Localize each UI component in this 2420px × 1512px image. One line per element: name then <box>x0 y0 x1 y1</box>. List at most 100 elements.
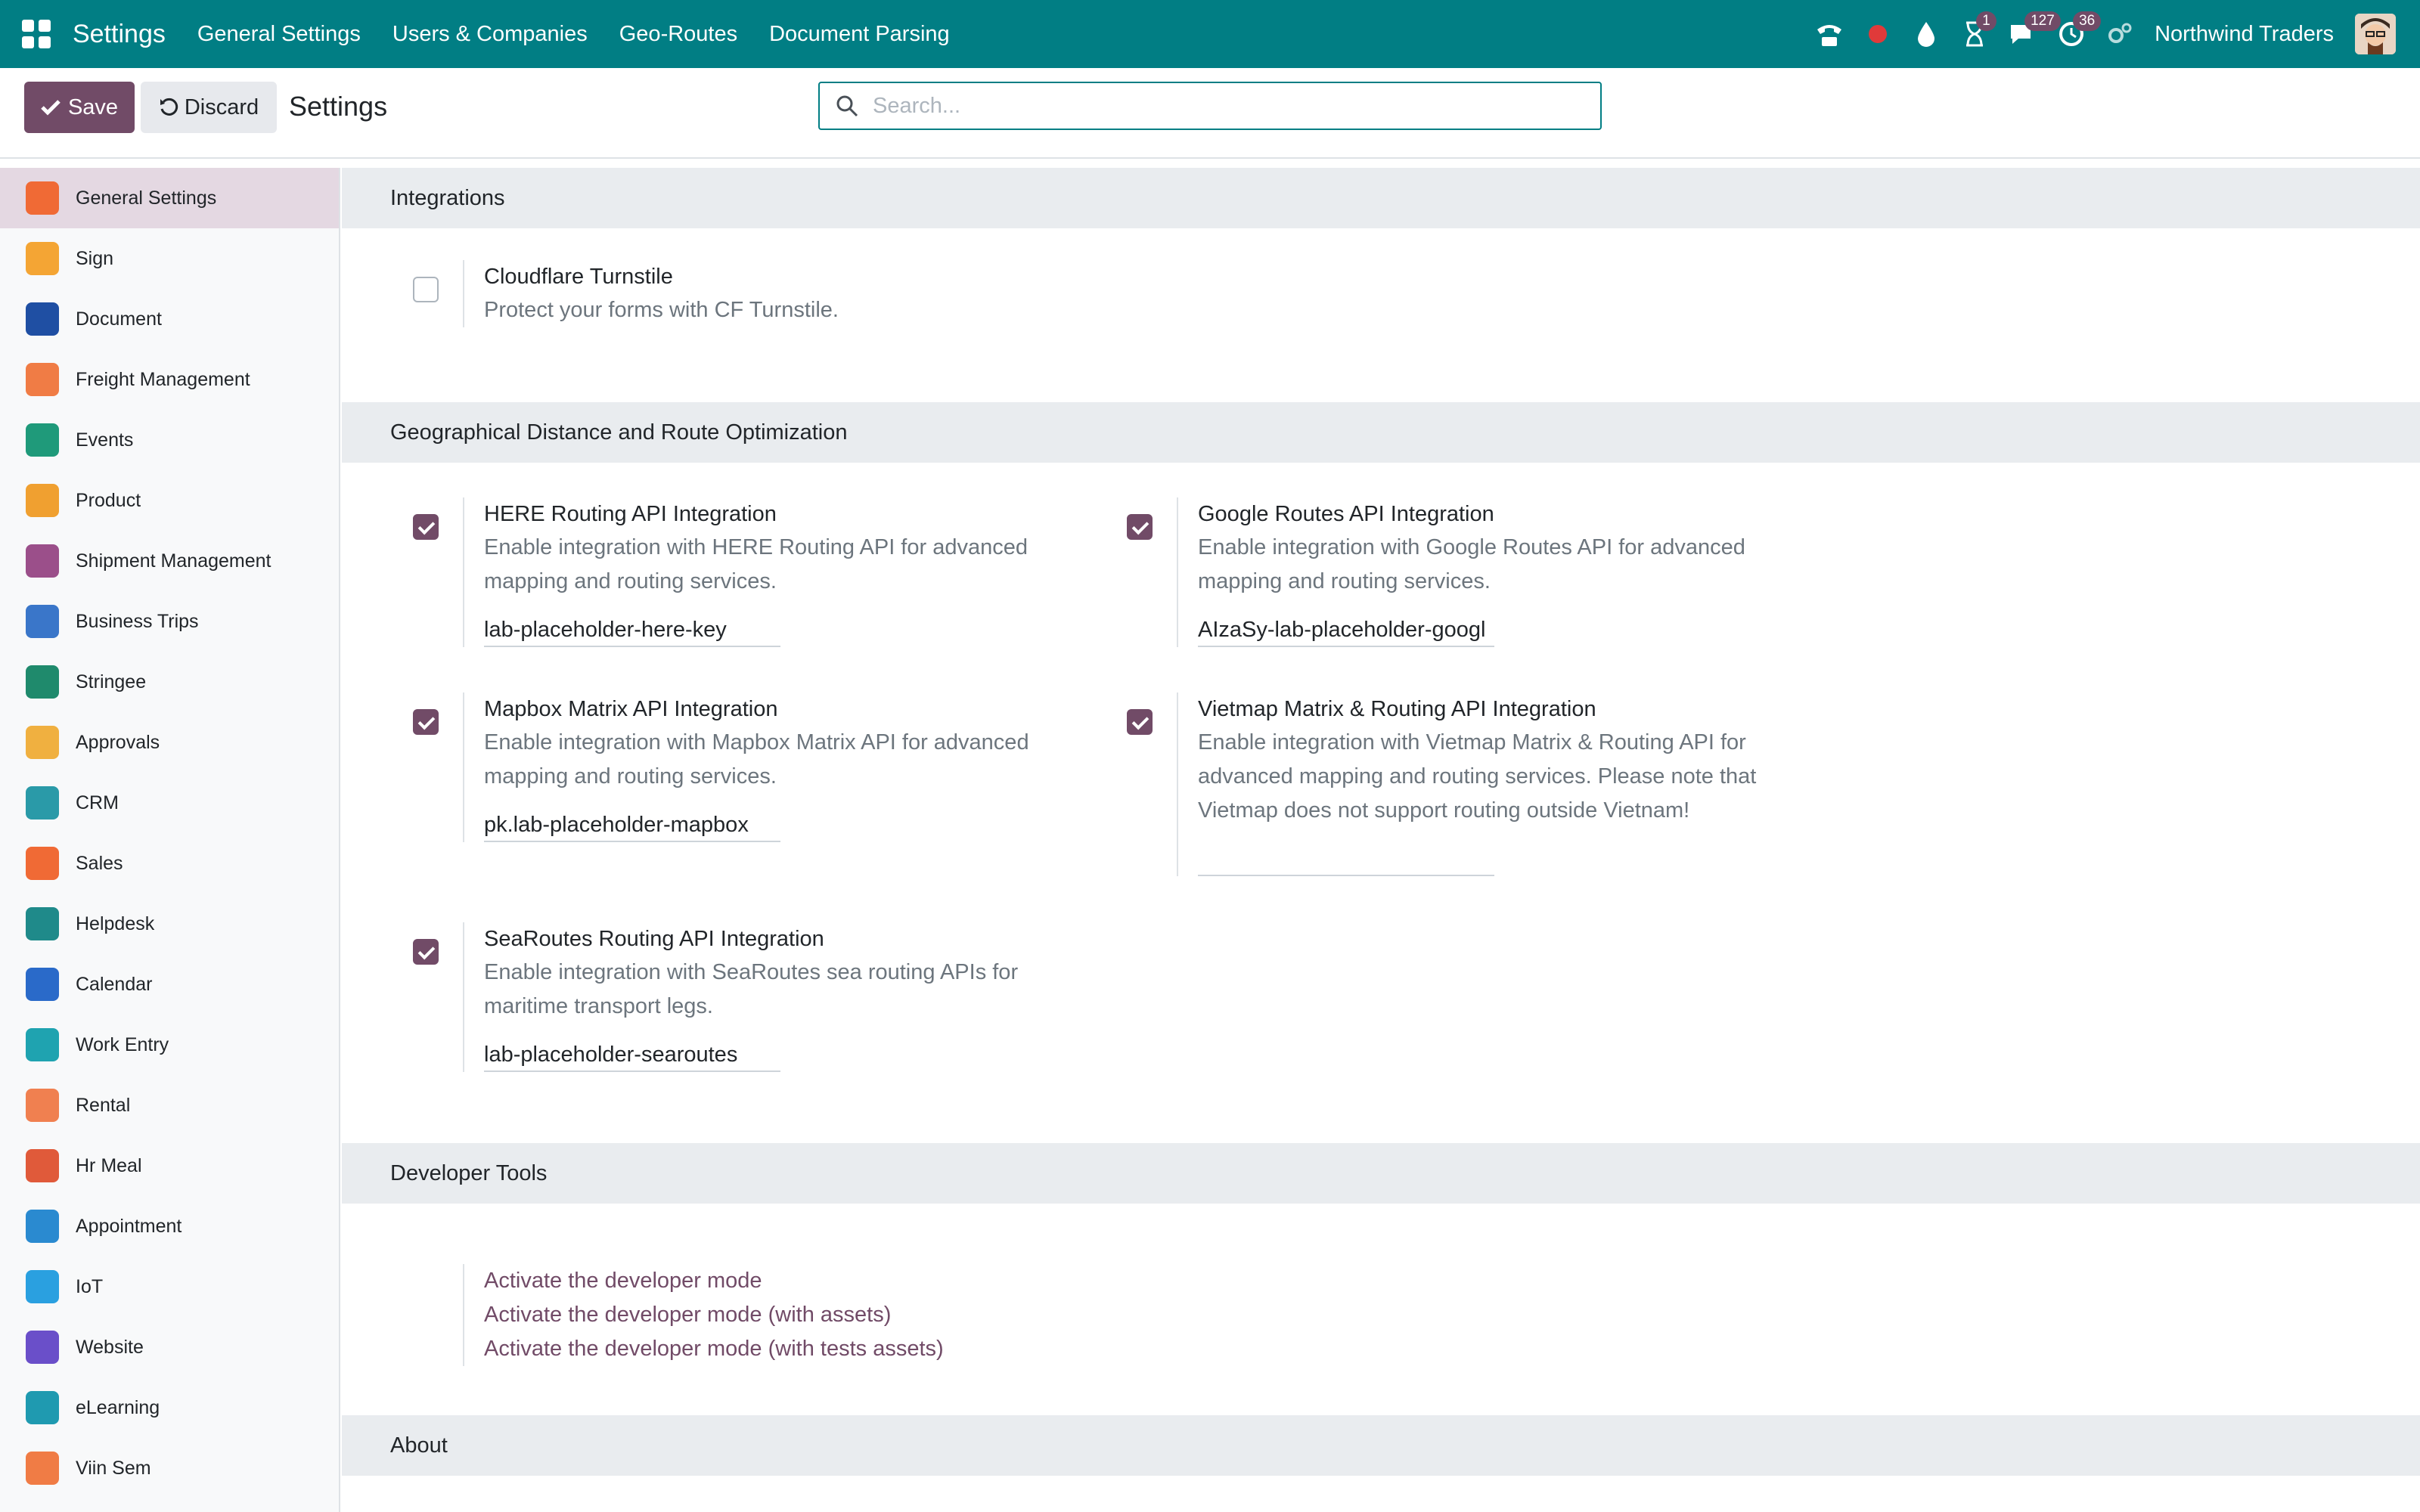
sidebar-item-label: Sales <box>76 852 123 874</box>
sidebar-item-sales[interactable]: Sales <box>0 833 339 894</box>
calendar-icon <box>26 968 59 1001</box>
gears-icon[interactable] <box>2103 17 2136 51</box>
activate-developer-mode-tests-link[interactable]: Activate the developer mode (with tests … <box>484 1332 944 1366</box>
sidebar-item-label: Shipment Management <box>76 550 271 572</box>
here-routing-checkbox[interactable] <box>413 514 439 540</box>
sidebar-item-website[interactable]: Website <box>0 1317 339 1377</box>
rental-icon <box>26 1089 59 1122</box>
top-navbar: Settings General Settings Users & Compan… <box>0 0 2420 68</box>
search-input[interactable] <box>873 83 1600 129</box>
app-name[interactable]: Settings <box>73 20 166 49</box>
business-trips-icon <box>26 605 59 638</box>
setting-title: Mapbox Matrix API Integration <box>484 697 778 721</box>
sidebar-item-shipment-management[interactable]: Shipment Management <box>0 531 339 591</box>
helpdesk-icon <box>26 907 59 940</box>
sidebar-item-label: Work Entry <box>76 1033 169 1055</box>
sidebar-item-label: IoT <box>76 1275 104 1297</box>
apps-menu-icon[interactable] <box>20 17 53 51</box>
section-developer-tools: Developer Tools <box>342 1143 2420 1204</box>
company-switcher[interactable]: Northwind Traders <box>2155 22 2334 47</box>
sidebar-item-iot[interactable]: IoT <box>0 1256 339 1317</box>
activity-badge: 1 <box>1976 11 1996 31</box>
iot-icon <box>26 1270 59 1303</box>
sidebar-item-label: Stringee <box>76 671 147 692</box>
sidebar-item-viin-sem[interactable]: Viin Sem <box>0 1438 339 1498</box>
activate-developer-mode-assets-link[interactable]: Activate the developer mode (with assets… <box>484 1298 944 1332</box>
sidebar-item-label: Helpdesk <box>76 912 155 934</box>
sidebar-item-approvals[interactable]: Approvals <box>0 712 339 773</box>
messages-icon[interactable]: 127 <box>2006 11 2061 51</box>
searoutes-routing-checkbox[interactable] <box>413 939 439 965</box>
sidebar-item-events[interactable]: Events <box>0 410 339 470</box>
document-icon <box>26 302 59 336</box>
page-title: Settings <box>289 91 388 122</box>
search-box[interactable] <box>818 82 1602 130</box>
searoutes-api-key-input[interactable] <box>484 1039 780 1072</box>
sidebar-item-helpdesk[interactable]: Helpdesk <box>0 894 339 954</box>
sidebar-item-label: CRM <box>76 792 119 813</box>
sidebar-item-sign[interactable]: Sign <box>0 228 339 289</box>
sidebar-item-elearning[interactable]: eLearning <box>0 1377 339 1438</box>
sidebar-item-crm[interactable]: CRM <box>0 773 339 833</box>
search-icon <box>836 95 858 117</box>
record-icon[interactable] <box>1861 17 1894 51</box>
menu-users-companies[interactable]: Users & Companies <box>392 22 588 47</box>
sidebar-item-general-settings[interactable]: General Settings <box>0 168 339 228</box>
save-button[interactable]: Save <box>24 82 135 133</box>
sidebar-item-label: Document <box>76 308 162 330</box>
sidebar-item-label: Calendar <box>76 973 153 995</box>
check-icon <box>41 100 60 116</box>
sidebar-item-label: Website <box>76 1336 144 1358</box>
google-api-key-input[interactable] <box>1198 614 1494 647</box>
sidebar-item-document[interactable]: Document <box>0 289 339 349</box>
mapbox-api-key-input[interactable] <box>484 809 780 842</box>
setting-description: Enable integration with Google Routes AP… <box>1198 535 1745 593</box>
sidebar-item-stringee[interactable]: Stringee <box>0 652 339 712</box>
mapbox-matrix-checkbox[interactable] <box>413 709 439 735</box>
menu-document-parsing[interactable]: Document Parsing <box>769 22 950 47</box>
setting-title: SeaRoutes Routing API Integration <box>484 927 824 951</box>
timer-icon[interactable]: 36 <box>2055 11 2102 51</box>
setting-title: HERE Routing API Integration <box>484 502 777 526</box>
approvals-icon <box>26 726 59 759</box>
setting-description: Enable integration with Vietmap Matrix &… <box>1198 730 1757 823</box>
elearning-icon <box>26 1391 59 1424</box>
sidebar-item-label: Events <box>76 429 134 451</box>
cloudflare-turnstile-checkbox[interactable] <box>413 277 439 302</box>
website-icon <box>26 1331 59 1364</box>
sidebar-item-product[interactable]: Product <box>0 470 339 531</box>
sidebar-item-label: Appointment <box>76 1215 182 1237</box>
phone-icon[interactable] <box>1813 17 1846 51</box>
sidebar-item-hr-meal[interactable]: Hr Meal <box>0 1136 339 1196</box>
setting-title: Vietmap Matrix & Routing API Integration <box>1198 697 1596 721</box>
here-api-key-input[interactable] <box>484 614 780 647</box>
sales-icon <box>26 847 59 880</box>
drop-icon[interactable] <box>1910 17 1943 51</box>
general-settings-icon <box>26 181 59 215</box>
activity-hourglass-icon[interactable]: 1 <box>1958 11 1996 51</box>
activate-developer-mode-link[interactable]: Activate the developer mode <box>484 1264 944 1298</box>
section-about: About <box>342 1415 2420 1476</box>
setting-title: Google Routes API Integration <box>1198 502 1494 526</box>
menu-geo-routes[interactable]: Geo-Routes <box>619 22 737 47</box>
sidebar-item-appointment[interactable]: Appointment <box>0 1196 339 1256</box>
crm-icon <box>26 786 59 820</box>
sidebar-item-work-entry[interactable]: Work Entry <box>0 1015 339 1075</box>
vietmap-api-key-input[interactable] <box>1198 843 1494 876</box>
hr-meal-icon <box>26 1149 59 1182</box>
sidebar-item-label: Rental <box>76 1094 131 1116</box>
user-avatar[interactable] <box>2355 14 2396 54</box>
setting-title: Cloudflare Turnstile <box>484 265 673 289</box>
discard-button[interactable]: Discard <box>141 82 277 133</box>
sidebar-item-freight-management[interactable]: Freight Management <box>0 349 339 410</box>
sidebar-item-business-trips[interactable]: Business Trips <box>0 591 339 652</box>
sidebar-item-calendar[interactable]: Calendar <box>0 954 339 1015</box>
vietmap-routing-checkbox[interactable] <box>1127 709 1153 735</box>
settings-content: Integrations Cloudflare Turnstile Protec… <box>342 168 2420 1512</box>
menu-general-settings[interactable]: General Settings <box>197 22 361 47</box>
google-routes-checkbox[interactable] <box>1127 514 1153 540</box>
sidebar-item-label: Approvals <box>76 731 160 753</box>
setting-description: Enable integration with Mapbox Matrix AP… <box>484 730 1029 789</box>
sidebar-item-rental[interactable]: Rental <box>0 1075 339 1136</box>
settings-sidebar: General Settings Sign Document Freight Mana… <box>0 168 340 1512</box>
